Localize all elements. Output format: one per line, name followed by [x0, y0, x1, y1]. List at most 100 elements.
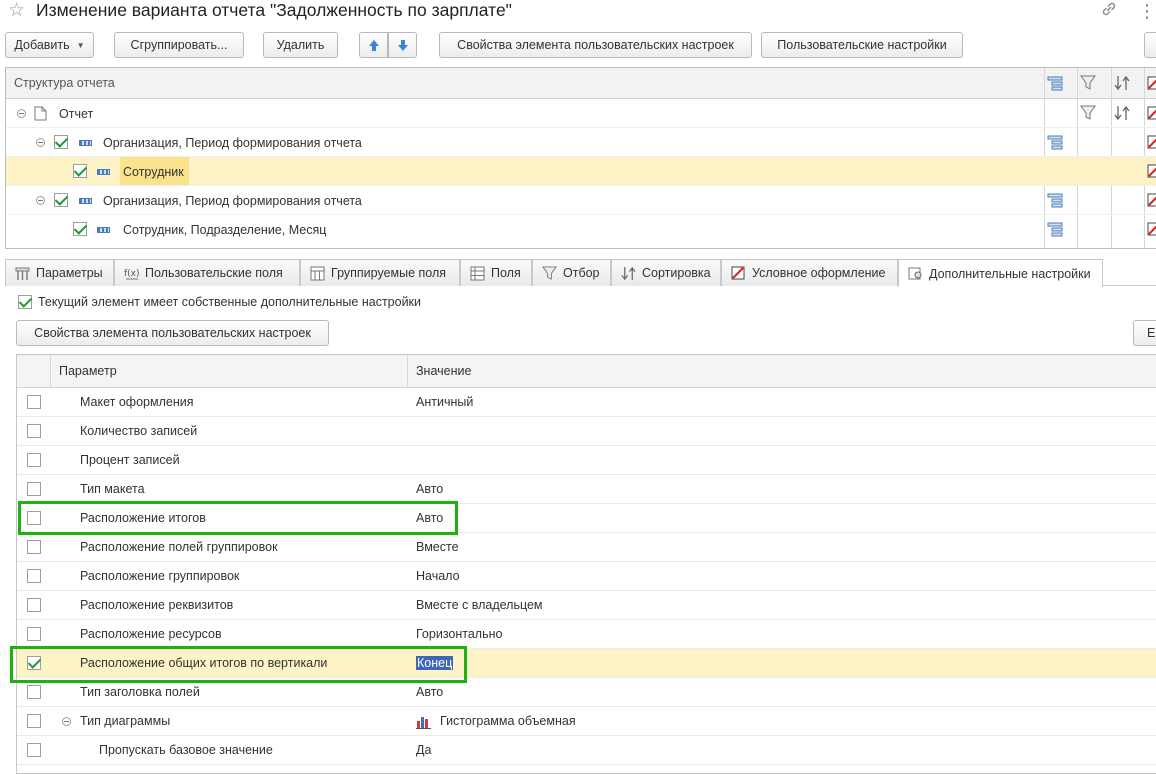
row-checkbox[interactable] — [27, 424, 41, 438]
tab-conditional-format[interactable]: Условное оформление — [721, 259, 898, 286]
filter-icon[interactable] — [1080, 105, 1096, 121]
param-value[interactable]: Горизонтально — [416, 627, 502, 641]
filter-icon — [542, 266, 557, 280]
row-checkbox[interactable] — [27, 482, 41, 496]
param-value[interactable]: Вместе — [416, 540, 459, 554]
param-value[interactable]: Авто — [416, 482, 443, 496]
grouping-icon[interactable] — [1047, 134, 1063, 150]
tab-filter[interactable]: Отбор — [532, 259, 611, 286]
structure-row-checkbox[interactable] — [54, 135, 68, 149]
grouping-icon[interactable] — [1047, 221, 1063, 237]
move-up-button[interactable] — [359, 32, 388, 58]
row-checkbox[interactable] — [27, 540, 41, 554]
own-settings-label: Текущий элемент имеет собственные дополн… — [38, 295, 422, 309]
table-row[interactable]: Тип диаграммы Гистограмма объемная — [17, 707, 1156, 736]
structure-row-employee-details[interactable]: Сотрудник, Подразделение, Месяц — [6, 215, 1156, 244]
table-row[interactable]: Расположение полей группировок Вместе — [17, 533, 1156, 562]
move-down-button[interactable] — [388, 32, 417, 58]
grouping-column-icon[interactable] — [1047, 75, 1063, 91]
delete-button[interactable]: Удалить — [263, 32, 338, 58]
param-value[interactable]: Да — [416, 743, 431, 757]
row-checkbox[interactable] — [27, 395, 41, 409]
row-checkbox[interactable] — [27, 569, 41, 583]
collapse-icon[interactable] — [36, 196, 45, 205]
collapse-icon[interactable] — [36, 138, 45, 147]
structure-row-checkbox[interactable] — [73, 222, 87, 236]
conditional-format-icon[interactable] — [1147, 106, 1156, 120]
tab-label: Условное оформление — [752, 266, 886, 280]
tab-parameters[interactable]: Параметры — [5, 259, 114, 286]
table-row[interactable]: Процент записей — [17, 446, 1156, 475]
structure-row-label: Организация, Период формирования отчета — [103, 136, 362, 150]
collapse-icon[interactable] — [62, 717, 71, 726]
param-name: Пропускать базовое значение — [99, 743, 273, 757]
tab-sorting[interactable]: Сортировка — [611, 259, 721, 286]
conditional-format-icon[interactable] — [1147, 164, 1156, 178]
arrow-up-icon — [368, 39, 379, 51]
table-row[interactable]: Расположение ресурсов Горизонтально — [17, 620, 1156, 649]
table-row[interactable]: Тип макета Авто — [17, 475, 1156, 504]
toolbar-overflow-button[interactable] — [1144, 32, 1156, 58]
conditional-format-column-icon[interactable] — [1147, 76, 1156, 90]
add-button[interactable]: Добавить ▼ — [5, 32, 94, 58]
conditional-format-icon[interactable] — [1147, 193, 1156, 207]
grouping-icon — [79, 198, 92, 204]
param-value[interactable]: Авто — [416, 685, 443, 699]
element-properties-button[interactable]: Свойства элемента пользовательских настр… — [16, 320, 329, 346]
table-row[interactable]: Макет оформления Античный — [17, 388, 1156, 417]
filter-column-icon[interactable] — [1080, 75, 1096, 91]
more-menu-icon[interactable]: ⋮ — [1138, 2, 1156, 20]
own-settings-checkbox[interactable] — [18, 295, 32, 309]
param-value[interactable]: Гистограмма объемная — [440, 714, 576, 728]
column-header-value[interactable]: Значение — [416, 364, 471, 378]
conditional-format-icon[interactable] — [1147, 222, 1156, 236]
table-row[interactable]: Пропускать базовое значение Да — [17, 736, 1156, 765]
group-button[interactable]: Сгруппировать... — [114, 32, 244, 58]
column-header-parameter[interactable]: Параметр — [59, 364, 117, 378]
structure-row-report[interactable]: Отчет — [6, 99, 1156, 128]
structure-row-label: Организация, Период формирования отчета — [103, 194, 362, 208]
tab-label: Сортировка — [642, 266, 711, 280]
conditional-format-icon[interactable] — [1147, 135, 1156, 149]
grouping-icon[interactable] — [1047, 192, 1063, 208]
table-header: Параметр Значение — [17, 355, 1156, 388]
param-name: Процент записей — [80, 453, 180, 467]
tab-user-fields[interactable]: f(x) Пользовательские поля — [114, 259, 300, 286]
structure-row-checkbox[interactable] — [73, 164, 87, 178]
structure-row-grouping[interactable]: Организация, Период формирования отчета — [6, 128, 1156, 157]
structure-row-checkbox[interactable] — [54, 193, 68, 207]
collapse-icon[interactable] — [17, 109, 26, 118]
highlight-frame-totals-placement — [18, 501, 458, 535]
row-checkbox[interactable] — [27, 627, 41, 641]
structure-header-label: Структура отчета — [14, 76, 115, 90]
param-name: Расположение полей группировок — [80, 540, 278, 554]
user-settings-button[interactable]: Пользовательские настройки — [761, 32, 963, 58]
tab-additional-settings[interactable]: Дополнительные настройки — [898, 259, 1103, 287]
fields-icon — [470, 266, 485, 281]
element-properties-button[interactable]: Свойства элемента пользовательских настр… — [439, 32, 752, 58]
row-checkbox[interactable] — [27, 453, 41, 467]
favorite-star-icon[interactable]: ☆ — [8, 0, 25, 22]
sort-column-icon[interactable] — [1114, 75, 1130, 91]
param-value[interactable]: Начало — [416, 569, 460, 583]
tab-fields[interactable]: Поля — [460, 259, 532, 286]
table-row[interactable]: Количество записей — [17, 417, 1156, 446]
tab-grouped-fields[interactable]: Группируемые поля — [300, 259, 460, 286]
link-icon[interactable] — [1100, 0, 1118, 21]
table-row[interactable]: Расположение группировок Начало — [17, 562, 1156, 591]
row-checkbox[interactable] — [27, 685, 41, 699]
row-checkbox[interactable] — [27, 714, 41, 728]
structure-row-employee[interactable]: Сотрудник — [6, 157, 1156, 186]
grouped-fields-icon — [310, 266, 325, 281]
more-settings-button[interactable]: Е — [1133, 320, 1156, 346]
param-name: Макет оформления — [80, 395, 194, 409]
sort-icon[interactable] — [1114, 105, 1130, 121]
row-checkbox[interactable] — [27, 598, 41, 612]
table-row[interactable]: Расположение реквизитов Вместе с владель… — [17, 591, 1156, 620]
report-structure-panel: Структура отчета Отчет Организация, Пери… — [5, 67, 1156, 249]
param-value[interactable]: Античный — [416, 395, 473, 409]
tab-label: Группируемые поля — [331, 266, 447, 280]
param-value[interactable]: Вместе с владельцем — [416, 598, 543, 612]
row-checkbox[interactable] — [27, 743, 41, 757]
structure-row-grouping[interactable]: Организация, Период формирования отчета — [6, 186, 1156, 215]
